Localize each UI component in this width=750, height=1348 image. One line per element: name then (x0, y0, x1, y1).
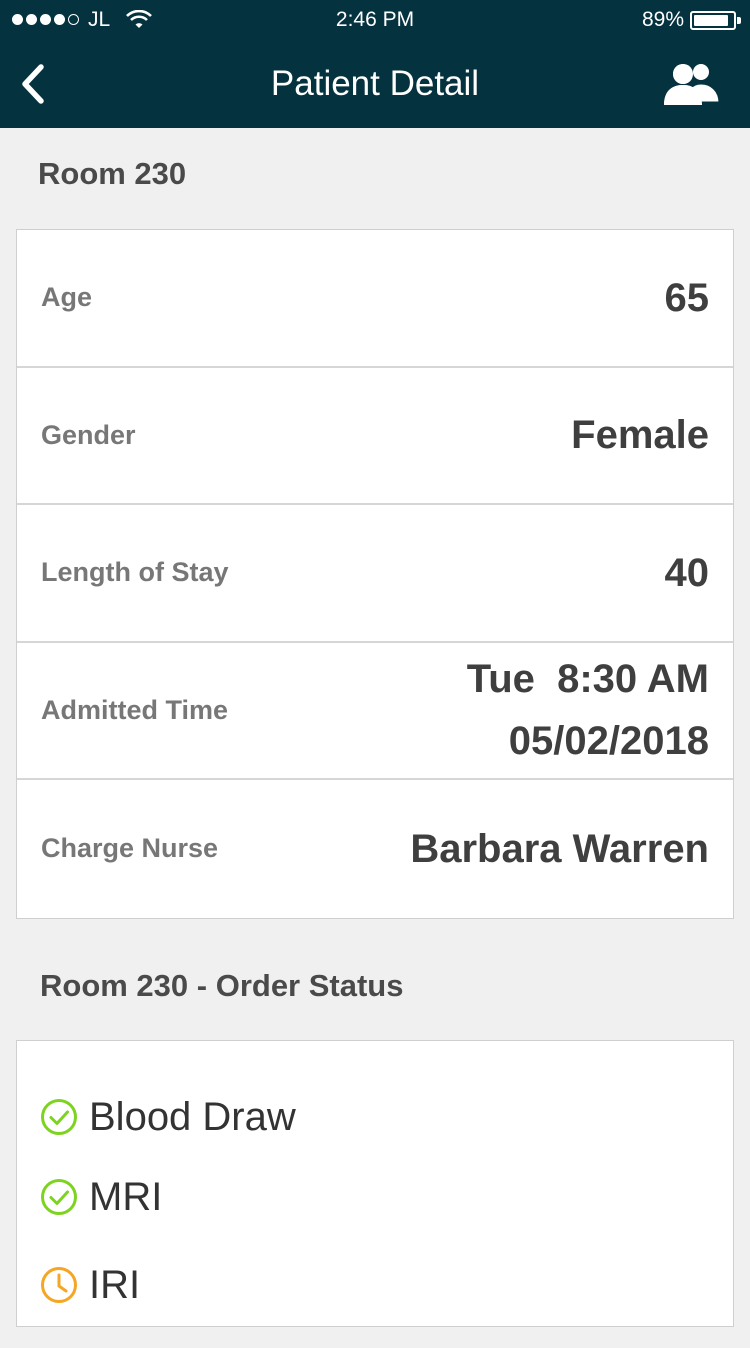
gender-value: Female (571, 413, 709, 458)
order-status-card: Blood Draw MRI IRI (16, 1040, 734, 1327)
group-icon (664, 61, 722, 105)
order-list: Blood Draw MRI IRI (17, 1041, 733, 1325)
page-title: Patient Detail (270, 64, 480, 103)
care-team-button[interactable] (660, 58, 724, 110)
age-value: 65 (664, 275, 710, 320)
battery-level (694, 15, 728, 26)
order-item-blood-draw[interactable]: Blood Draw (17, 1077, 733, 1157)
detail-row-age: Age 65 (17, 230, 733, 368)
order-label: MRI (89, 1174, 163, 1219)
charge-nurse-value: Barbara Warren (410, 826, 709, 871)
detail-row-length-of-stay: Length of Stay 40 (17, 505, 733, 643)
length-of-stay-label: Length of Stay (41, 557, 229, 588)
admitted-day-time: Tue 8:30 AM (466, 657, 709, 702)
admitted-date: 05/02/2018 (508, 719, 709, 764)
battery-tip (737, 17, 741, 24)
gender-label: Gender (41, 419, 136, 450)
order-item-mri[interactable]: MRI (17, 1157, 733, 1237)
patient-details-card: Age 65 Gender Female Length of Stay 40 A… (16, 229, 734, 919)
status-time: 2:46 PM (335, 8, 415, 31)
length-of-stay-value: 40 (664, 550, 710, 595)
status-bar: JL 2:46 PM 89% (0, 0, 750, 40)
clock-icon (41, 1267, 77, 1303)
battery-percent: 89% (641, 8, 684, 31)
check-circle-icon (41, 1099, 77, 1135)
order-label: Blood Draw (89, 1094, 296, 1139)
charge-nurse-label: Charge Nurse (41, 833, 219, 864)
app-header: JL 2:46 PM 89% Patient Detail (0, 0, 750, 128)
battery-icon (690, 11, 736, 30)
order-status-title: Room 230 - Order Status (40, 968, 404, 1003)
admitted-time-value: Tue 8:30 AM 05/02/2018 (467, 648, 709, 772)
room-section-title: Room 230 (38, 156, 187, 191)
detail-row-gender: Gender Female (17, 368, 733, 505)
order-label: IRI (89, 1262, 141, 1307)
detail-row-admitted-time: Admitted Time Tue 8:30 AM 05/02/2018 (17, 643, 733, 780)
detail-row-charge-nurse: Charge Nurse Barbara Warren (17, 780, 733, 918)
order-item-iri[interactable]: IRI (17, 1245, 733, 1325)
age-label: Age (41, 282, 93, 313)
admitted-time-label: Admitted Time (41, 694, 229, 725)
check-circle-icon (41, 1179, 77, 1215)
